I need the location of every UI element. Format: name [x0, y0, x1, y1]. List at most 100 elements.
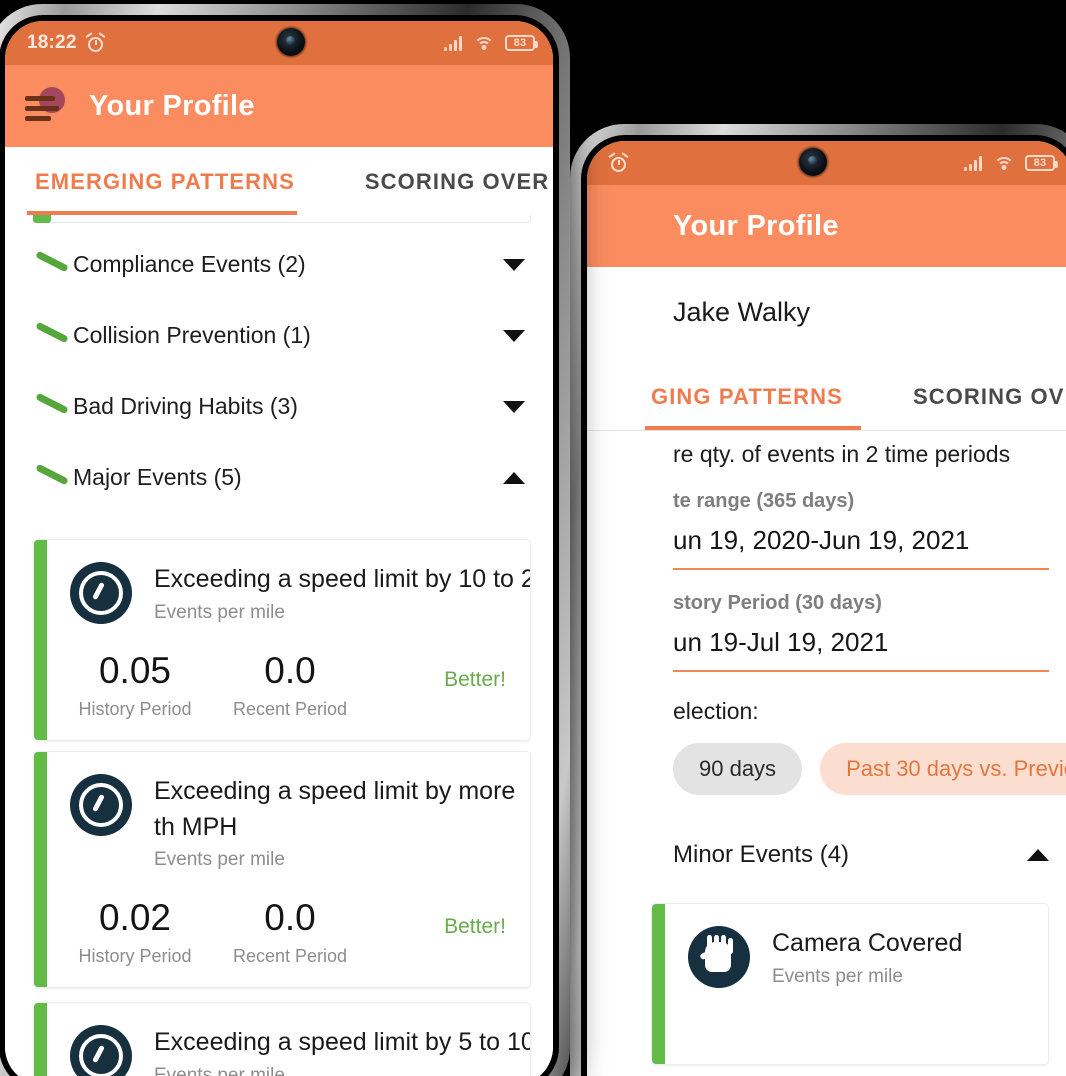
battery-icon: 83 [505, 35, 538, 51]
event-name: Exceeding a speed limit by 5 to 10 [154, 1028, 531, 1056]
back-group-minor-events[interactable]: Minor Events (4) [587, 795, 1066, 893]
trend-down-icon [31, 321, 73, 349]
front-page-title: Your Profile [89, 89, 255, 122]
history-period-label: History Period [78, 699, 192, 719]
clock-label: 18:22 [27, 32, 77, 53]
group-label: Collision Prevention (1) [73, 322, 311, 348]
back-date-range-value: un 19, 2020-Jun 19, 2021 [673, 525, 970, 555]
front-tabs: EMERGING PATTERNS SCORING OVER TIME [5, 147, 553, 215]
chevron-up-icon [503, 471, 525, 484]
chevron-down-icon [503, 329, 525, 342]
chip-past-30-vs-previous-365[interactable]: Past 30 days vs. Previous 365 days [820, 743, 1066, 795]
history-period-stat: 0.05 History Period [60, 652, 210, 720]
wifi-icon [473, 36, 494, 51]
cellular-signal-icon [964, 155, 982, 171]
cellular-signal-icon [444, 35, 462, 51]
recent-period-stat: 0.0 Recent Period [210, 652, 370, 720]
battery-level-label: 83 [513, 36, 527, 49]
card-accent-bar [34, 752, 47, 987]
verdict-badge: Better! [444, 915, 506, 938]
alarm-icon [85, 31, 106, 53]
group-row-bad-driving-habits[interactable]: Bad Driving Habits (3) [5, 371, 553, 442]
card-accent-bar [34, 540, 47, 740]
front-tab-scoring-over-time[interactable]: SCORING OVER TIME [359, 147, 553, 215]
back-history-period-label: story Period (30 days) [673, 592, 882, 614]
history-period-value: 0.02 [98, 897, 171, 938]
front-phone-bezel: 18:22 83 Your Profile EMERGING PATTERNS … [0, 15, 559, 1076]
back-phone-screen: 83 Your Profile Jake Walky GING PATTERNS… [587, 141, 1066, 1076]
event-subtitle: Events per mile [154, 849, 285, 870]
back-phone-bezel: 83 Your Profile Jake Walky GING PATTERNS… [581, 135, 1066, 1076]
battery-level-label: 83 [1033, 156, 1047, 169]
hamburger-menu-icon[interactable] [25, 87, 65, 123]
back-event-name: Camera Covered [772, 929, 963, 957]
hand-icon [688, 926, 750, 988]
event-name: Exceeding a speed limit by more th MPH [154, 777, 516, 841]
chevron-up-icon [1027, 849, 1049, 861]
event-card-speeding-more-than[interactable]: Exceeding a speed limit by more th MPH E… [33, 751, 531, 988]
event-card-speeding-5-to-10[interactable]: Exceeding a speed limit by 5 to 10 Event… [33, 1002, 531, 1076]
back-selection-label: election: [673, 698, 759, 724]
history-period-stat: 0.02 History Period [60, 899, 210, 967]
back-event-card-camera-covered[interactable]: Camera Covered Events per mile [651, 903, 1049, 1065]
group-row-compliance-events[interactable]: Compliance Events (2) [5, 229, 553, 300]
back-profile-name: Jake Walky [673, 297, 811, 327]
card-accent-bar [652, 904, 665, 1064]
event-subtitle: Events per mile [154, 1064, 285, 1076]
back-content: re qty. of events in 2 time periods te r… [587, 431, 1066, 795]
back-history-period-value: un 19-Jul 19, 2021 [673, 627, 889, 657]
alarm-icon [608, 151, 629, 173]
front-phone-screen: 18:22 83 Your Profile EMERGING PATTERNS … [5, 21, 553, 1076]
trend-down-icon [31, 392, 73, 420]
chevron-down-icon [503, 258, 525, 271]
back-group-label: Minor Events (4) [673, 841, 850, 868]
wifi-icon [993, 156, 1014, 171]
trend-down-icon [31, 463, 73, 491]
group-label: Bad Driving Habits (3) [73, 393, 298, 419]
history-period-label: History Period [78, 946, 192, 966]
back-tabs: GING PATTERNS SCORING OVER TIME [587, 362, 1066, 430]
back-date-range-label: te range (365 days) [673, 490, 855, 512]
card-accent-bar [34, 1003, 47, 1076]
screenshot-stage: 83 Your Profile Jake Walky GING PATTERNS… [0, 0, 1066, 1076]
back-tab-emerging-patterns[interactable]: GING PATTERNS [645, 362, 849, 430]
chip-90-days[interactable]: 90 days [673, 743, 803, 795]
back-phone-device: 83 Your Profile Jake Walky GING PATTERNS… [570, 124, 1066, 1076]
battery-icon: 83 [1025, 155, 1058, 171]
front-camera-punch-hole [277, 28, 305, 56]
recent-period-label: Recent Period [232, 699, 348, 719]
back-page-title: Your Profile [673, 209, 839, 242]
back-description: re qty. of events in 2 time periods [673, 441, 1011, 467]
recent-period-value: 0.0 [264, 650, 316, 691]
back-history-period-field[interactable]: story Period (30 days) un 19-Jul 19, 202… [673, 570, 1049, 672]
back-app-bar: Your Profile [587, 185, 1066, 267]
partially-scrolled-card [5, 215, 553, 229]
recent-period-value: 0.0 [264, 897, 316, 938]
recent-period-label: Recent Period [232, 946, 348, 966]
speedometer-icon [70, 562, 132, 624]
back-event-subtitle: Events per mile [772, 965, 903, 987]
group-row-collision-prevention[interactable]: Collision Prevention (1) [5, 300, 553, 371]
speedometer-icon [70, 1025, 132, 1076]
front-scroll-area[interactable]: Compliance Events (2) Collision Preventi… [5, 215, 553, 1076]
group-label: Compliance Events (2) [73, 251, 306, 277]
back-tab-scoring-over-time[interactable]: SCORING OVER TIME [907, 362, 1066, 430]
group-label: Major Events (5) [73, 464, 242, 490]
trend-down-icon [31, 250, 73, 278]
front-camera-punch-hole [799, 148, 827, 176]
chevron-down-icon [503, 400, 525, 413]
back-chip-group: 90 days Past 30 days vs. Previous 365 da… [673, 725, 1066, 795]
speedometer-icon [70, 774, 132, 836]
event-card-speeding-10-to-20[interactable]: Exceeding a speed limit by 10 to 20 Even… [33, 539, 531, 741]
front-tab-emerging-patterns[interactable]: EMERGING PATTERNS [29, 147, 301, 215]
verdict-badge: Better! [444, 668, 506, 691]
back-active-tab-indicator [645, 426, 861, 430]
group-row-major-events[interactable]: Major Events (5) [5, 442, 553, 513]
back-date-range-field[interactable]: te range (365 days) un 19, 2020-Jun 19, … [673, 468, 1049, 570]
event-name: Exceeding a speed limit by 10 to 20 [154, 565, 531, 593]
event-subtitle: Events per mile [154, 601, 285, 623]
recent-period-stat: 0.0 Recent Period [210, 899, 370, 967]
front-phone-device: 18:22 83 Your Profile EMERGING PATTERNS … [0, 4, 570, 1076]
front-app-bar: Your Profile [5, 65, 553, 147]
history-period-value: 0.05 [98, 650, 171, 691]
